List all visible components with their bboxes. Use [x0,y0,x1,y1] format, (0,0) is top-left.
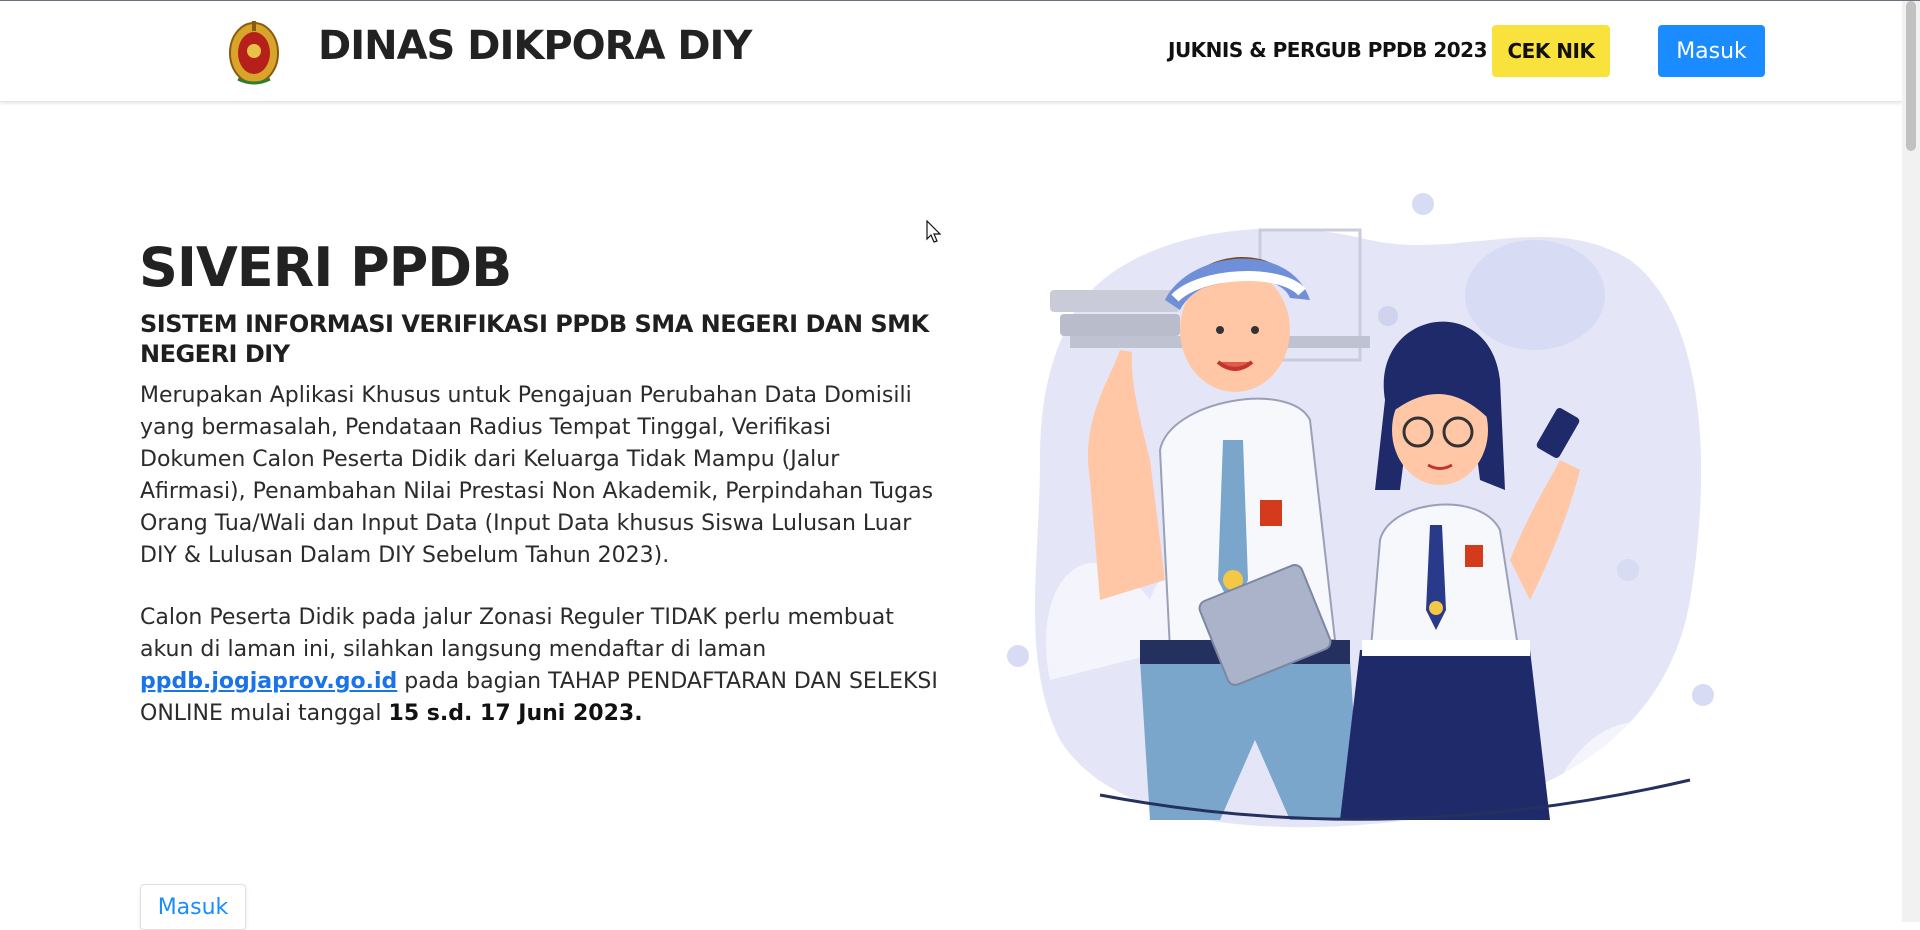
ppdb-portal-link[interactable]: ppdb.jogjaprov.go.id [140,669,397,694]
masuk-header-button[interactable]: Masuk [1658,25,1765,77]
page-title: SIVERI PPDB [139,236,512,299]
cek-nik-button[interactable]: CEK NIK [1492,25,1610,77]
dikpora-logo-icon[interactable] [226,15,282,87]
page-subtitle: SISTEM INFORMASI VERIFIKASI PPDB SMA NEG… [140,310,929,368]
brand-title[interactable]: DINAS DIKPORA DIY [318,23,752,69]
navbar: DINAS DIKPORA DIY JUKNIS & PERGUB PPDB 2… [0,1,1902,102]
juknis-pergub-link[interactable]: JUKNIS & PERGUB PPDB 2023 [1168,38,1488,62]
masuk-button[interactable]: Masuk [140,884,246,930]
registration-date: 15 s.d. 17 Juni 2023. [388,701,643,726]
students-illustration [1007,193,1714,828]
description-paragraph: Merupakan Aplikasi Khusus untuk Pengajua… [140,383,934,568]
zonasi-info-paragraph: Calon Peserta Didik pada jalur Zonasi Re… [140,602,940,730]
scrollbar-thumb[interactable] [1906,1,1916,151]
zonasi-text-1: Calon Peserta Didik pada jalur Zonasi Re… [140,605,894,662]
vertical-scrollbar[interactable] [1902,1,1920,922]
mouse-pointer-icon [926,220,942,243]
